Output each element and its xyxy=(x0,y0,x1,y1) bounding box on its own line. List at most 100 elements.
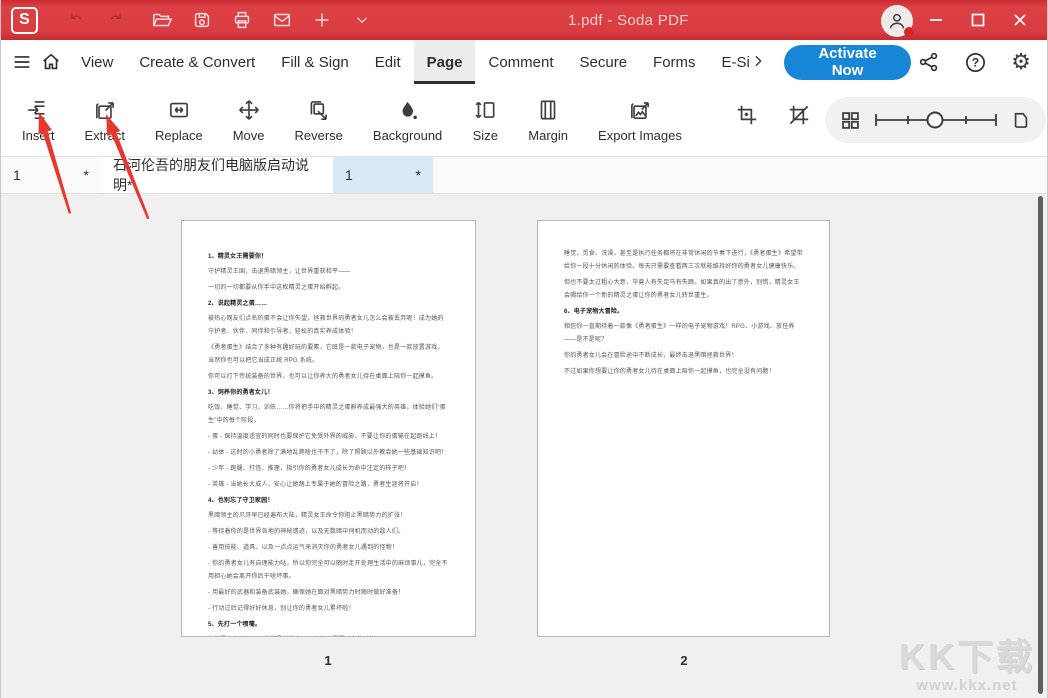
user-avatar[interactable] xyxy=(881,5,913,37)
zoom-slider-thumb xyxy=(927,113,942,128)
replace-button[interactable]: Replace xyxy=(140,97,218,143)
redo-icon[interactable] xyxy=(96,0,136,40)
zoom-slider[interactable] xyxy=(872,108,1000,132)
unsaved-indicator: * xyxy=(84,167,89,183)
page-text-line: 你的勇者女儿会在冒险途中不断成长，最终击退黑暗拯救世界！ xyxy=(564,350,803,363)
page-number-1: 1 xyxy=(308,653,348,668)
crop-add-icon[interactable] xyxy=(721,102,773,131)
reverse-button[interactable]: Reverse xyxy=(279,97,357,143)
page-text-line: - 英雄 - 当她长大成人，安心让她踏上专属于她的冒险之路，勇者生涯将开启！ xyxy=(208,479,449,492)
doc-tab-label: 石河伦吾的朋友们电脑版启动说明* xyxy=(113,155,313,195)
titlebar: S 1.pdf - Soda PDF xyxy=(1,0,1047,40)
document-tabbar: 1 * 石河伦吾的朋友们电脑版启动说明* 1 * xyxy=(1,156,1047,194)
doc-tab-2[interactable]: 石河伦吾的朋友们电脑版启动说明* xyxy=(101,157,333,193)
move-button[interactable]: Move xyxy=(218,97,280,143)
insert-button[interactable]: Insert xyxy=(7,97,70,143)
home-icon[interactable] xyxy=(40,44,63,80)
soda-pdf-logo[interactable]: S xyxy=(11,7,38,34)
document-canvas: 1、精灵女王需要你！ 守护精灵王国，击退黑暗领主，让世界重获和平—— 一切的一切都要… xyxy=(1,194,1047,698)
page-text-line: 守护精灵王国，击退黑暗领主，让世界重获和平—— xyxy=(208,266,449,279)
tab-create-convert[interactable]: Create & Convert xyxy=(126,40,268,84)
insert-page-icon xyxy=(25,97,51,123)
page-text-line: 你的勇者女儿拥有拯救世界的潜力，但这并不需要过多的关注。 xyxy=(208,634,449,637)
tab-fill-sign[interactable]: Fill & Sign xyxy=(268,40,362,84)
print-icon[interactable] xyxy=(222,0,262,40)
page-text-line: 你可以打下传统装备的世界，也可以让你养大的勇者女儿待在桌面上陪你一起摸鱼。 xyxy=(208,371,449,384)
menubar: View Create & Convert Fill & Sign Edit P… xyxy=(1,40,1047,84)
site-watermark: KK下载 www.kkx.net xyxy=(899,637,1035,694)
page-text-line: 吃饭、睡觉、学习、训练……你将把手中的精灵之蛋孵养成最强大的英雄，体验她们“蛋生… xyxy=(208,402,449,428)
help-icon[interactable]: ? xyxy=(957,44,993,80)
page-text-line: - 用最好的武器和装备武装她，确保她在面对黑暗势力时随时做好准备！ xyxy=(208,587,449,600)
page-size-icon xyxy=(472,97,498,123)
settings-gear-icon[interactable]: ⚙ xyxy=(1003,44,1039,80)
activate-now-button[interactable]: Activate Now xyxy=(784,45,911,80)
hamburger-menu-icon[interactable] xyxy=(11,44,34,80)
page-text-line: - 蛋 - 保持温度适宜的同时也要保护它免受外界的威胁，不要让你的蛋输在起跑线上… xyxy=(208,431,449,444)
vertical-scrollbar[interactable] xyxy=(1038,196,1043,694)
background-button[interactable]: Background xyxy=(358,97,457,143)
close-icon[interactable] xyxy=(999,0,1041,40)
page-number-2: 2 xyxy=(664,653,704,668)
logo-letter: S xyxy=(19,11,30,29)
tab-forms[interactable]: Forms xyxy=(640,40,709,84)
grid-view-icon[interactable] xyxy=(840,110,861,131)
page-text-line: 黑暗领主的爪牙早已经遍布大陆，精灵女王命令你阻止黑暗势力的扩张！ xyxy=(208,510,449,523)
add-icon[interactable] xyxy=(302,0,342,40)
open-file-icon[interactable] xyxy=(142,0,182,40)
share-icon[interactable] xyxy=(911,44,947,80)
pdf-page-1[interactable]: 1、精灵女王需要你！ 守护精灵王国，击退黑暗领主，让世界重获和平—— 一切的一切都要… xyxy=(181,220,476,637)
background-icon xyxy=(395,97,421,123)
crop-remove-icon[interactable] xyxy=(773,102,825,131)
page-text-line: 睡觉、觅食、洗澡，甚至是执行任务都将在非常休闲的节奏下进行，《勇者蛋生》希望带给… xyxy=(564,248,803,274)
export-images-button[interactable]: Export Images xyxy=(583,97,697,143)
single-page-view-icon[interactable] xyxy=(1011,109,1031,131)
page-text-line: - 幼体 - 这时的小勇者除了满地乱爬啥也干不了，除了照顾以外教会她一些基础知识… xyxy=(208,447,449,460)
page-text-line: 《勇者蛋生》结合了多种有趣好玩的要素，它既是一款电子宠物，也是一款放置游戏，当然… xyxy=(208,342,449,368)
page-text-line: 相信你一直期待着一款像《勇者蛋生》一样的电子宠物游戏！RPG、小游戏、放任养——… xyxy=(564,321,803,347)
page-toolbar: Insert Extract Replace Move Reverse xyxy=(1,84,1047,156)
doc-tab-1[interactable]: 1 * xyxy=(1,157,101,193)
export-images-icon xyxy=(627,97,653,123)
doc-tab-3-active[interactable]: 1 * xyxy=(333,157,433,193)
doc-tab-label: 1 xyxy=(345,167,353,183)
page-text-line: - 善用技能、道具，以及一点点运气来消灭你的勇者女儿遇到的怪物！ xyxy=(208,542,449,555)
page-text-line: 1、精灵女王需要你！ xyxy=(208,251,449,264)
minimize-icon[interactable] xyxy=(915,0,957,40)
extract-button[interactable]: Extract xyxy=(70,97,140,143)
maximize-icon[interactable] xyxy=(957,0,999,40)
page-text-line: 但也不要太过粗心大意，毕竟人有失足马有失蹄。如果真的出了意外，别慌，精灵女王会赐… xyxy=(564,277,803,303)
move-page-icon xyxy=(236,97,262,123)
window-controls xyxy=(915,0,1041,40)
tab-e-sign[interactable]: E-Sign xyxy=(709,40,750,84)
pdf-page-2[interactable]: 睡觉、觅食、洗澡，甚至是执行任务都将在非常休闲的节奏下进行，《勇者蛋生》希望带给… xyxy=(537,220,830,637)
page-text-line: 2、说起精灵之蛋…… xyxy=(208,298,449,311)
page-text-line: - 少年 - 跑腿、打怪、推理，指引你的勇者女儿成长为命中注定的样子吧！ xyxy=(208,463,449,476)
tab-view[interactable]: View xyxy=(68,40,126,84)
page-text-line: - 等待着你的是世界各地的神秘遗迹，以及无数暗中伺机而动的敌人们。 xyxy=(208,526,449,539)
chevron-right-icon[interactable] xyxy=(750,44,766,80)
page-margin-icon xyxy=(535,97,561,123)
replace-page-icon xyxy=(166,97,192,123)
page-text-line: 一切的一切都要从你手中这枚精灵之蛋开始孵起。 xyxy=(208,282,449,295)
tab-page[interactable]: Page xyxy=(414,40,476,84)
menubar-right-icons: ? ⚙ xyxy=(911,44,1047,80)
soda-pdf-window: S 1.pdf - Soda PDF xyxy=(0,0,1048,698)
page-text-line: 被热心网友们点名的蛋不会让你失望，拯救世界的勇者女儿怎么会被丢弃呢！成为她的守护… xyxy=(208,313,449,339)
tab-comment[interactable]: Comment xyxy=(475,40,566,84)
email-icon[interactable] xyxy=(262,0,302,40)
save-icon[interactable] xyxy=(182,0,222,40)
tab-edit[interactable]: Edit xyxy=(362,40,414,84)
notification-dot xyxy=(904,27,914,37)
tab-secure[interactable]: Secure xyxy=(567,40,641,84)
extract-page-icon xyxy=(92,97,118,123)
margin-button[interactable]: Margin xyxy=(513,97,583,143)
watermark-title: KK下载 xyxy=(899,637,1035,677)
window-title: 1.pdf - Soda PDF xyxy=(568,0,689,40)
chevron-down-icon[interactable] xyxy=(342,0,382,40)
unsaved-indicator: * xyxy=(416,167,421,183)
page-text-line: - 你的勇者女儿有自理能力哒，所以你完全可以随时走开处理生活中的麻烦事儿，完全不… xyxy=(208,558,449,584)
page-text-line: 3、饲养你的勇者女儿！ xyxy=(208,387,449,400)
size-button[interactable]: Size xyxy=(457,97,513,143)
undo-icon[interactable] xyxy=(56,0,96,40)
